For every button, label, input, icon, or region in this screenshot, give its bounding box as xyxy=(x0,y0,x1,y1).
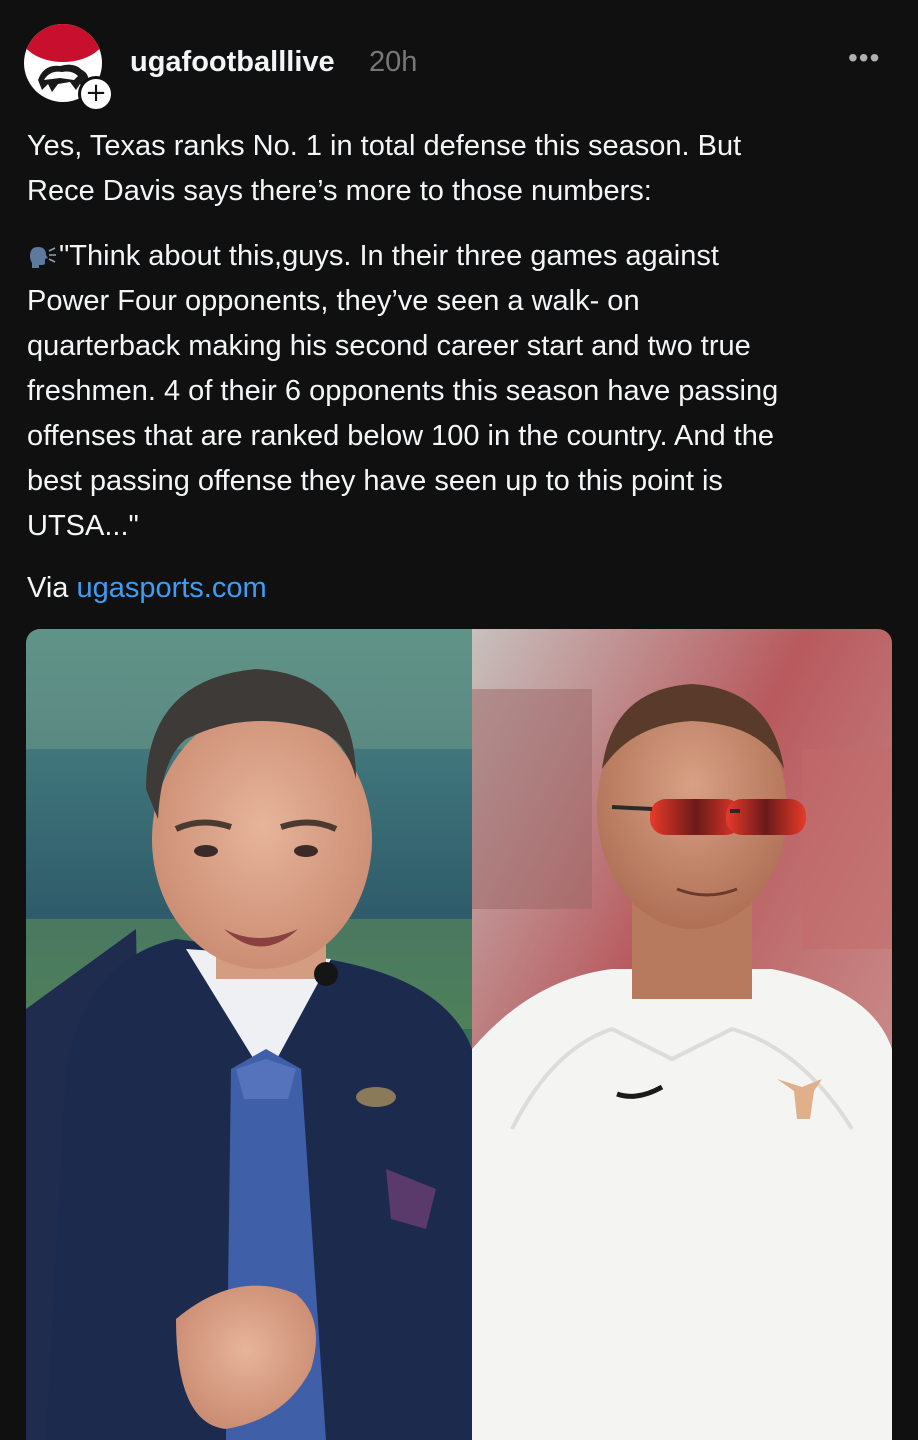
post-timestamp: 20h xyxy=(369,46,418,78)
avatar[interactable]: GA + xyxy=(24,24,114,112)
post-media[interactable] xyxy=(26,629,892,1440)
post-header: GA + ugafootballlive 20h ••• xyxy=(0,0,918,112)
commentator-in-navy-suit-photo xyxy=(26,629,472,1440)
source-prefix: Via xyxy=(27,572,77,604)
username[interactable]: ugafootballlive xyxy=(130,46,335,79)
caption-quote-paragraph: "Think about this,guys. In their three g… xyxy=(27,234,897,549)
coach-in-white-shirt-sunglasses-photo xyxy=(472,629,892,1440)
avatar-logo-text: GA xyxy=(30,28,53,44)
follow-plus-button[interactable]: + xyxy=(78,76,114,112)
speaking-head-icon xyxy=(30,247,56,268)
more-options-icon[interactable]: ••• xyxy=(848,42,880,74)
caption-quote-text: "Think about this,guys. In their three g… xyxy=(27,240,779,542)
source-line: Via ugasports.com xyxy=(27,568,267,608)
post-caption: Yes, Texas ranks No. 1 in total defense … xyxy=(27,124,897,549)
caption-paragraph: Yes, Texas ranks No. 1 in total defense … xyxy=(27,130,742,207)
source-link[interactable]: ugasports.com xyxy=(76,572,266,604)
